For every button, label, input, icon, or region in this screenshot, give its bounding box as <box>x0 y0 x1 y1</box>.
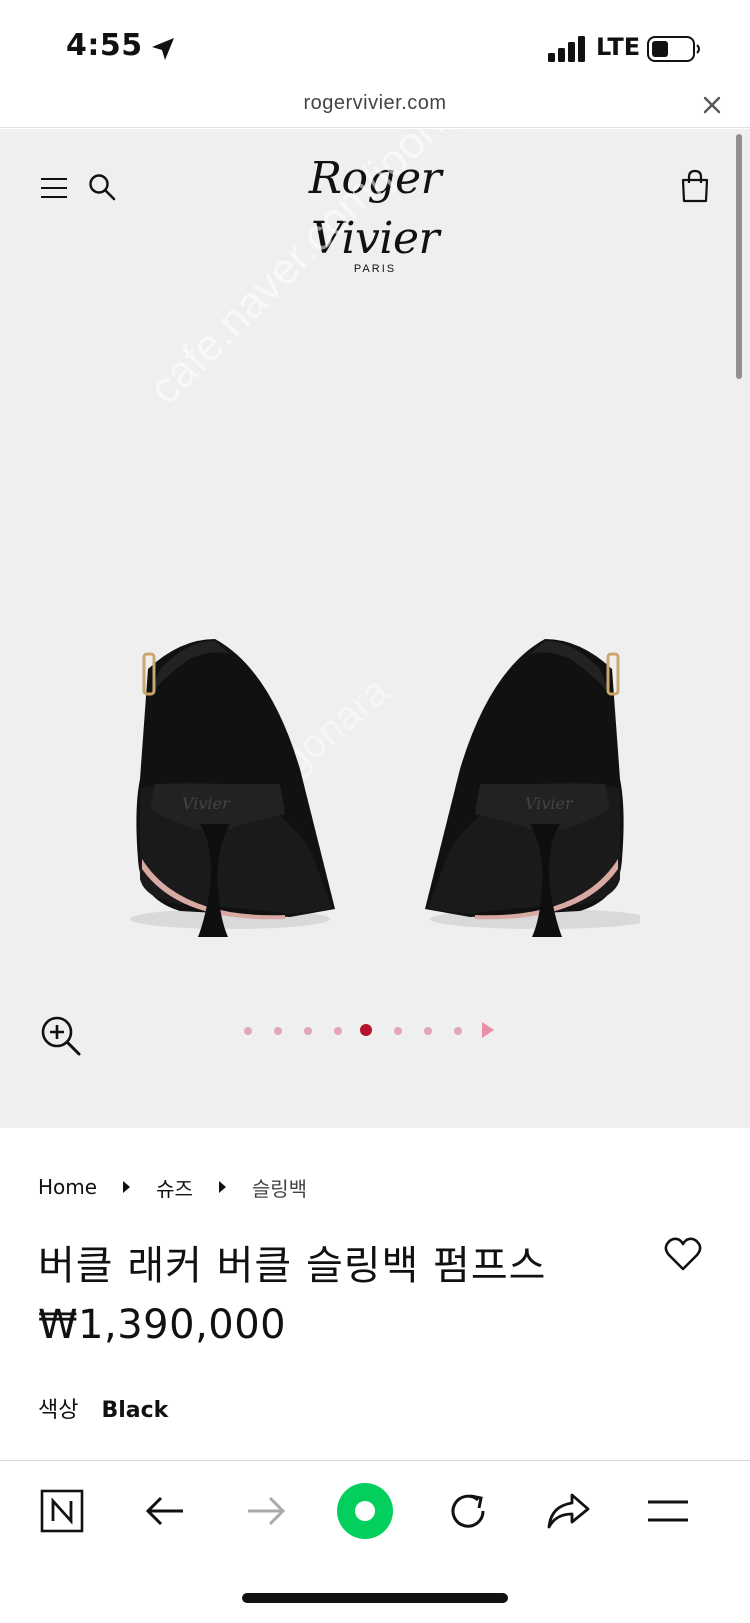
color-value: Black <box>101 1398 169 1423</box>
color-label: 색상 <box>38 1398 79 1423</box>
location-arrow-icon <box>152 38 174 60</box>
network-type: LTE <box>596 33 641 61</box>
forward-arrow-icon <box>248 1496 286 1526</box>
share-icon <box>547 1493 590 1529</box>
pagination-dot[interactable] <box>454 1027 462 1035</box>
green-dot-icon <box>337 1483 393 1539</box>
product-image[interactable]: Vivier Vivier <box>120 619 640 979</box>
pagination-dot[interactable] <box>274 1027 282 1035</box>
back-arrow-icon <box>145 1496 183 1526</box>
close-icon[interactable] <box>700 93 724 117</box>
reload-icon <box>451 1494 485 1528</box>
product-price: ₩1,390,000 <box>38 1302 287 1348</box>
reload-button[interactable] <box>440 1483 496 1539</box>
svg-text:Vivier: Vivier <box>525 794 574 813</box>
back-button[interactable] <box>137 1483 193 1539</box>
next-arrow-icon[interactable] <box>482 1022 494 1038</box>
breadcrumb-home[interactable]: Home <box>38 1175 97 1199</box>
product-gallery[interactable]: Roger Vivier PARIS cafe.naver.com/joongg… <box>0 129 750 1128</box>
color-selector: 색상 Black <box>38 1392 168 1424</box>
pagination-dot[interactable] <box>424 1027 432 1035</box>
url-text[interactable]: rogervivier.com <box>0 92 750 115</box>
battery-icon <box>647 36 700 62</box>
pagination-dot[interactable] <box>304 1027 312 1035</box>
search-icon[interactable] <box>88 173 116 201</box>
browser-menu-button[interactable] <box>640 1483 696 1539</box>
zoom-in-icon[interactable] <box>40 1015 82 1057</box>
status-bar: 4:55 LTE <box>0 0 750 90</box>
product-info: Home 슈즈 슬링백 버클 래커 버클 슬링백 펌프스 ₩1,390,000 … <box>0 1128 750 1458</box>
share-button[interactable] <box>540 1483 596 1539</box>
breadcrumb-separator-icon <box>218 1181 226 1193</box>
signal-icon <box>548 36 585 62</box>
status-time: 4:55 <box>66 28 143 63</box>
hamburger-menu-icon[interactable] <box>40 177 68 199</box>
naver-green-button[interactable] <box>335 1481 395 1541</box>
pagination-dot-active[interactable] <box>360 1024 372 1036</box>
browser-url-bar[interactable]: rogervivier.com <box>0 90 750 128</box>
home-indicator[interactable] <box>242 1593 508 1603</box>
naver-home-button[interactable] <box>34 1483 90 1539</box>
naver-home-icon <box>40 1489 84 1533</box>
pagination-dot[interactable] <box>244 1027 252 1035</box>
browser-toolbar <box>0 1460 750 1623</box>
menu-icon <box>648 1500 688 1522</box>
breadcrumb-separator-icon <box>123 1181 131 1193</box>
svg-text:Vivier: Vivier <box>182 794 231 813</box>
breadcrumb-category[interactable]: 슈즈 <box>156 1173 193 1202</box>
forward-button[interactable] <box>238 1483 294 1539</box>
wishlist-heart-icon[interactable] <box>664 1236 702 1272</box>
shopping-bag-icon[interactable] <box>680 169 710 203</box>
breadcrumb: Home 슈즈 슬링백 <box>38 1172 307 1202</box>
breadcrumb-subcategory[interactable]: 슬링백 <box>252 1173 307 1202</box>
scrollbar[interactable] <box>736 134 742 379</box>
gallery-pagination[interactable] <box>244 1019 514 1043</box>
pagination-dot[interactable] <box>394 1027 402 1035</box>
product-title: 버클 래커 버클 슬링백 펌프스 <box>38 1243 547 1289</box>
pagination-dot[interactable] <box>334 1027 342 1035</box>
